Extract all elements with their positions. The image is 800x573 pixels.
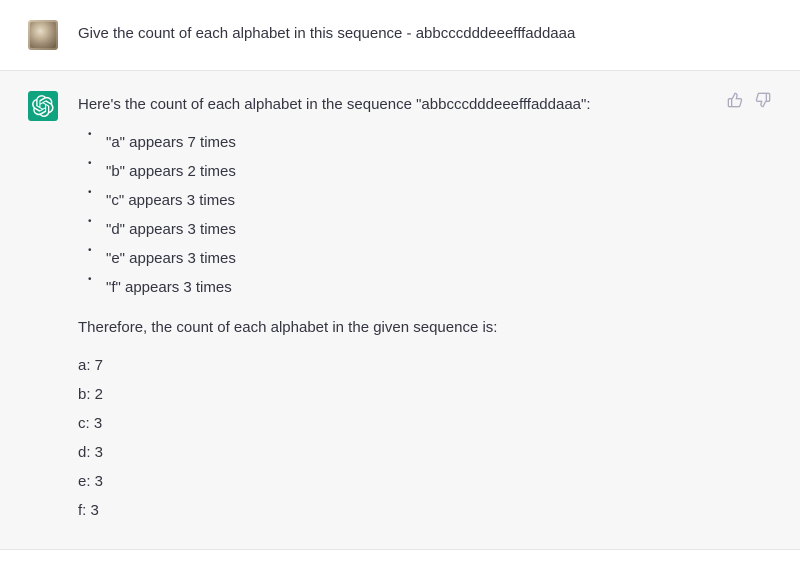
- list-item: "a" appears 7 times: [92, 131, 772, 155]
- list-item: "c" appears 3 times: [92, 189, 772, 213]
- tally-item: c: 3: [78, 412, 772, 436]
- user-prompt-text: Give the count of each alphabet in this …: [78, 22, 772, 46]
- assistant-intro-text: Here's the count of each alphabet in the…: [78, 93, 772, 117]
- feedback-controls: [726, 91, 772, 109]
- tally-item: f: 3: [78, 499, 772, 523]
- thumbs-up-icon: [727, 92, 743, 108]
- list-item: "e" appears 3 times: [92, 247, 772, 271]
- assistant-message-content: Here's the count of each alphabet in the…: [78, 91, 772, 529]
- count-bullet-list: "a" appears 7 times "b" appears 2 times …: [78, 131, 772, 300]
- tally-list: a: 7 b: 2 c: 3 d: 3 e: 3 f: 3: [78, 354, 772, 523]
- thumbs-down-button[interactable]: [754, 91, 772, 109]
- list-item: "f" appears 3 times: [92, 276, 772, 300]
- openai-logo-icon: [32, 95, 54, 117]
- user-message-content: Give the count of each alphabet in this …: [78, 20, 772, 50]
- list-item: "d" appears 3 times: [92, 218, 772, 242]
- tally-item: b: 2: [78, 383, 772, 407]
- list-item: "b" appears 2 times: [92, 160, 772, 184]
- tally-item: d: 3: [78, 441, 772, 465]
- assistant-summary-text: Therefore, the count of each alphabet in…: [78, 316, 772, 340]
- user-avatar: [28, 20, 58, 50]
- assistant-avatar: [28, 91, 58, 121]
- thumbs-down-icon: [755, 92, 771, 108]
- user-message-row: Give the count of each alphabet in this …: [0, 0, 800, 71]
- tally-item: a: 7: [78, 354, 772, 378]
- tally-item: e: 3: [78, 470, 772, 494]
- assistant-message-row: Here's the count of each alphabet in the…: [0, 71, 800, 550]
- thumbs-up-button[interactable]: [726, 91, 744, 109]
